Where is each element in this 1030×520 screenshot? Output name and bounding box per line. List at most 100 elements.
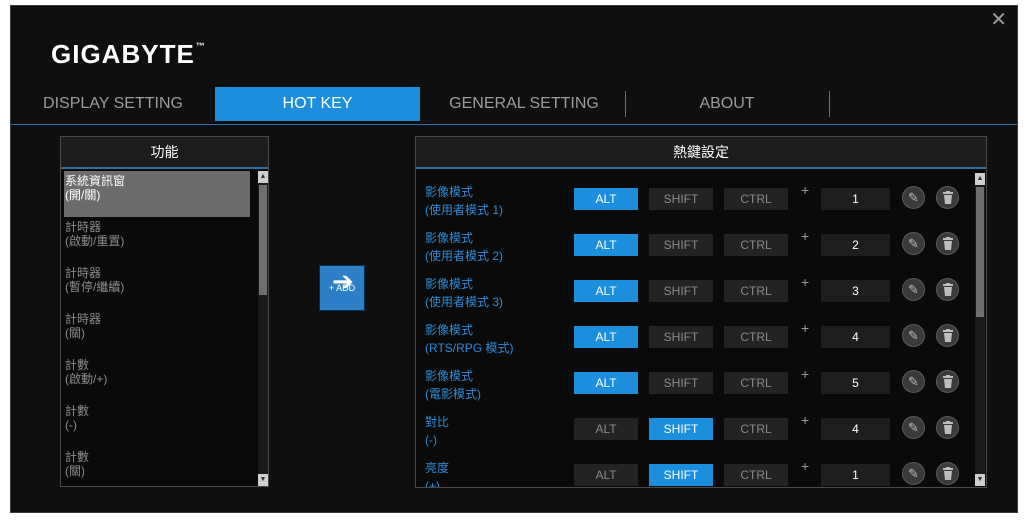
scroll-down-arrow-icon[interactable]: ▼ xyxy=(258,474,268,486)
alt-key-toggle[interactable]: ALT xyxy=(574,372,638,394)
tab-hot-key[interactable]: HOT KEY xyxy=(215,87,420,121)
shift-key-toggle[interactable]: SHIFT xyxy=(649,326,713,348)
shift-key-toggle[interactable]: SHIFT xyxy=(649,188,713,210)
edit-pencil-icon[interactable]: ✎ xyxy=(902,370,925,393)
tab-separator xyxy=(625,91,626,117)
shift-key-toggle[interactable]: SHIFT xyxy=(649,280,713,302)
edit-pencil-icon[interactable]: ✎ xyxy=(902,462,925,485)
hotkey-function-detail: (RTS/RPG 模式) xyxy=(425,341,514,355)
trash-icon[interactable] xyxy=(936,232,959,255)
edit-pencil-icon[interactable]: ✎ xyxy=(902,186,925,209)
table-row: 影像模式 (RTS/RPG 模式) ALT SHIFT CTRL +4 ✎ xyxy=(416,311,976,357)
shift-key-toggle[interactable]: SHIFT xyxy=(649,372,713,394)
trash-icon[interactable] xyxy=(936,416,959,439)
hotkey-function-name: 影像模式 xyxy=(425,231,474,245)
function-name: 計數 xyxy=(65,358,90,372)
hotkey-function-name: 對比 xyxy=(425,415,450,429)
hotkey-function-name: 影像模式 xyxy=(425,185,474,199)
plus-sign: + xyxy=(801,182,810,198)
hotkey-function-name: 影像模式 xyxy=(425,369,474,383)
add-button[interactable]: ➔ + ADD xyxy=(319,265,365,311)
alt-key-toggle[interactable]: ALT xyxy=(574,280,638,302)
brand-text: GIGABYTE xyxy=(51,39,195,69)
plus-sign: + xyxy=(801,274,810,290)
alt-key-toggle[interactable]: ALT xyxy=(574,418,638,440)
hotkey-function-label: 亮度 (+) xyxy=(425,459,449,487)
ctrl-key-toggle[interactable]: CTRL xyxy=(724,280,788,302)
table-row: 對比 (-) ALT SHIFT CTRL +4 ✎ xyxy=(416,403,976,449)
function-detail: (暫停/繼續) xyxy=(65,280,125,294)
function-name: 計時器 xyxy=(65,312,102,326)
key-input[interactable]: 4 xyxy=(821,418,890,440)
shift-key-toggle[interactable]: SHIFT xyxy=(649,418,713,440)
ctrl-key-toggle[interactable]: CTRL xyxy=(724,188,788,210)
plus-sign: + xyxy=(801,412,810,428)
plus-sign: + xyxy=(801,228,810,244)
table-row: 影像模式 (使用者模式 2) ALT SHIFT CTRL +2 ✎ xyxy=(416,219,976,265)
edit-pencil-icon[interactable]: ✎ xyxy=(902,324,925,347)
function-detail: (開/關) xyxy=(65,188,101,202)
key-input[interactable]: 1 xyxy=(821,188,890,210)
function-name: 計數 xyxy=(65,450,90,464)
ctrl-key-toggle[interactable]: CTRL xyxy=(724,464,788,486)
tab-general-setting[interactable]: GENERAL SETTING xyxy=(439,87,609,121)
function-list: 系統資訊窗 (開/關) 計時器 (啟動/重置) 計時器 (暫停/繼續) 計時器 (關) 計數 (啟… xyxy=(64,171,250,493)
function-scrollbar[interactable]: ▲ ▼ xyxy=(258,171,268,486)
key-input[interactable]: 1 xyxy=(821,464,890,486)
edit-pencil-icon[interactable]: ✎ xyxy=(902,232,925,255)
ctrl-key-toggle[interactable]: CTRL xyxy=(724,372,788,394)
trash-icon[interactable] xyxy=(936,370,959,393)
tab-about[interactable]: ABOUT xyxy=(651,87,803,121)
scroll-up-arrow-icon[interactable]: ▲ xyxy=(975,173,985,185)
hotkey-scrollbar[interactable]: ▲ ▼ xyxy=(975,173,985,486)
ctrl-key-toggle[interactable]: CTRL xyxy=(724,234,788,256)
list-item[interactable]: 計數 (關) xyxy=(64,447,250,493)
close-icon[interactable]: ✕ xyxy=(990,10,1007,30)
plus-sign: + xyxy=(801,366,810,382)
scroll-thumb[interactable] xyxy=(259,185,267,295)
alt-key-toggle[interactable]: ALT xyxy=(574,326,638,348)
hotkey-function-detail: (使用者模式 1) xyxy=(425,203,504,217)
trash-icon[interactable] xyxy=(936,324,959,347)
key-input[interactable]: 2 xyxy=(821,234,890,256)
hotkey-function-label: 影像模式 (使用者模式 1) xyxy=(425,183,503,219)
function-name: 計數 xyxy=(65,404,90,418)
edit-pencil-icon[interactable]: ✎ xyxy=(902,416,925,439)
list-item[interactable]: 計數 (-) xyxy=(64,401,250,447)
key-input[interactable]: 5 xyxy=(821,372,890,394)
trash-icon[interactable] xyxy=(936,186,959,209)
tab-display-setting[interactable]: DISPLAY SETTING xyxy=(33,87,193,121)
trash-icon[interactable] xyxy=(936,278,959,301)
hotkey-function-detail: (+) xyxy=(425,479,440,487)
list-item[interactable]: 計時器 (關) xyxy=(64,309,250,355)
hotkey-function-label: 影像模式 (使用者模式 3) xyxy=(425,275,503,311)
scroll-thumb[interactable] xyxy=(976,187,984,317)
list-item[interactable]: 系統資訊窗 (開/關) xyxy=(64,171,250,217)
shift-key-toggle[interactable]: SHIFT xyxy=(649,464,713,486)
list-item[interactable]: 計時器 (啟動/重置) xyxy=(64,217,250,263)
key-input[interactable]: 3 xyxy=(821,280,890,302)
alt-key-toggle[interactable]: ALT xyxy=(574,464,638,486)
hotkey-function-label: 影像模式 (使用者模式 2) xyxy=(425,229,503,265)
trash-icon[interactable] xyxy=(936,462,959,485)
function-detail: (關) xyxy=(65,464,85,478)
hotkey-function-label: 影像模式 (RTS/RPG 模式) xyxy=(425,321,513,357)
function-panel: 功能 系統資訊窗 (開/關) 計時器 (啟動/重置) 計時器 (暫停/繼續) 計時器 (關) 計… xyxy=(60,136,269,487)
table-row: 影像模式 (電影模式) ALT SHIFT CTRL +5 ✎ xyxy=(416,357,976,403)
hotkey-function-name: 影像模式 xyxy=(425,323,474,337)
function-detail: (啟動/+) xyxy=(65,372,108,386)
hotkey-function-label: 影像模式 (電影模式) xyxy=(425,367,481,403)
ctrl-key-toggle[interactable]: CTRL xyxy=(724,418,788,440)
key-input[interactable]: 4 xyxy=(821,326,890,348)
edit-pencil-icon[interactable]: ✎ xyxy=(902,278,925,301)
hotkey-function-detail: (使用者模式 3) xyxy=(425,295,504,309)
shift-key-toggle[interactable]: SHIFT xyxy=(649,234,713,256)
scroll-up-arrow-icon[interactable]: ▲ xyxy=(258,171,268,183)
alt-key-toggle[interactable]: ALT xyxy=(574,234,638,256)
ctrl-key-toggle[interactable]: CTRL xyxy=(724,326,788,348)
alt-key-toggle[interactable]: ALT xyxy=(574,188,638,210)
list-item[interactable]: 計數 (啟動/+) xyxy=(64,355,250,401)
scroll-down-arrow-icon[interactable]: ▼ xyxy=(975,474,985,486)
table-row: 影像模式 (使用者模式 3) ALT SHIFT CTRL +3 ✎ xyxy=(416,265,976,311)
list-item[interactable]: 計時器 (暫停/繼續) xyxy=(64,263,250,309)
